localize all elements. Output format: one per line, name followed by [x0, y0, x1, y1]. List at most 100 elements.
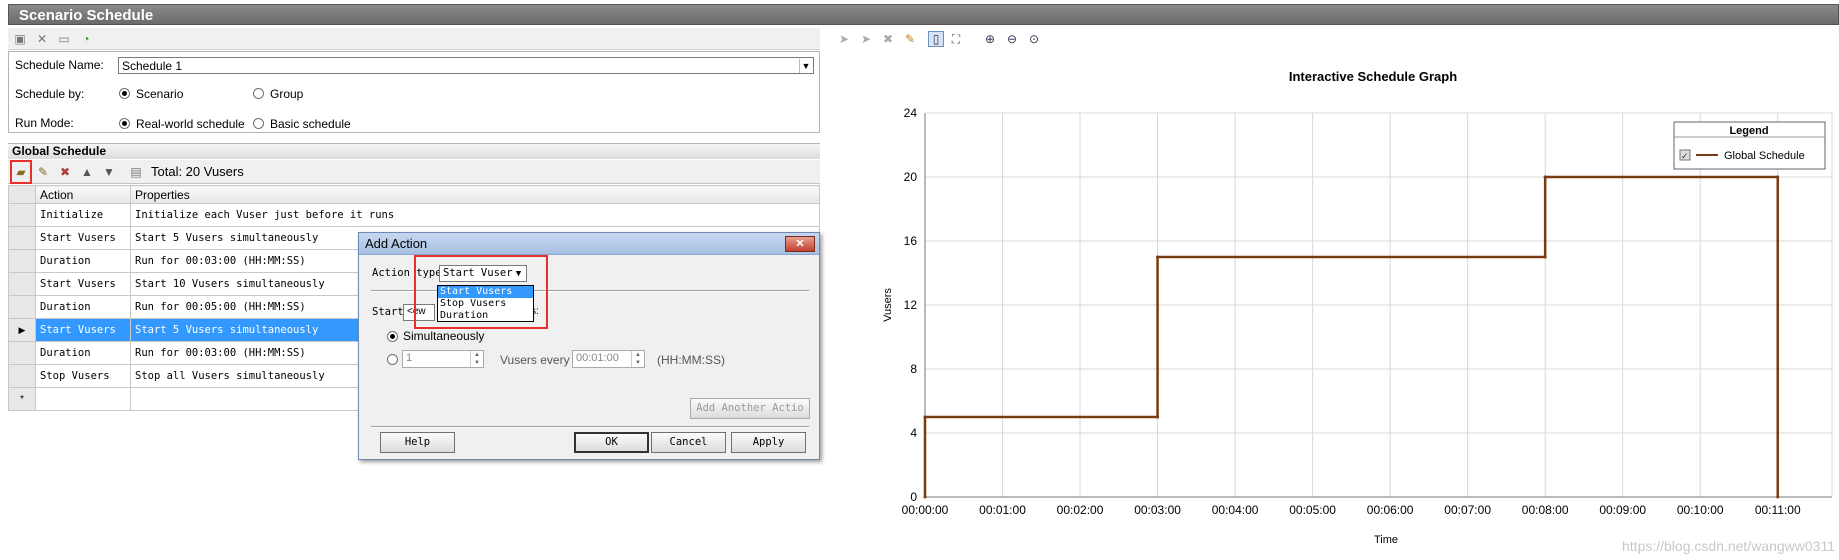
interval-value: 00:01:00 [576, 352, 619, 364]
action-cell[interactable]: Start Vusers [35, 318, 131, 342]
chevron-down-icon: ▼ [799, 59, 812, 73]
x-tick-label: 00:06:00 [1367, 503, 1414, 517]
y-tick-label: 8 [910, 362, 917, 376]
y-tick-label: 4 [910, 426, 917, 440]
copy-icon[interactable]: ▤ [128, 164, 144, 180]
schedule-form: Schedule Name: Schedule 1 ▼ Schedule by:… [8, 51, 820, 133]
interval-input[interactable]: 00:01:00 ▲ ▼ [572, 350, 645, 368]
pointer-multi-icon[interactable]: ➤ [858, 31, 874, 47]
x-tick-label: 00:05:00 [1289, 503, 1336, 517]
zoom-out-icon[interactable]: ⊖ [1004, 31, 1020, 47]
vusers-every-label: Vusers every [500, 353, 570, 367]
schedule-by-label: Schedule by: [15, 87, 85, 101]
add-action-highlight [10, 160, 32, 184]
y-axis-label: Vusers [882, 288, 894, 322]
schedule-by-group-label: Group [270, 87, 304, 101]
rename-icon[interactable]: ▭ [56, 31, 72, 47]
edit-action-icon[interactable]: ✎ [35, 164, 51, 180]
row-header-corner [8, 185, 36, 204]
schedule-by-group-radio[interactable] [253, 88, 264, 99]
erase-icon[interactable]: ✖ [880, 31, 896, 47]
interactive-schedule-graph[interactable]: Interactive Schedule Graph Vusers Time 0… [830, 52, 1839, 552]
delete-icon[interactable]: ✕ [34, 31, 50, 47]
watermark: https://blog.csdn.net/wangww0311 [1622, 538, 1835, 554]
fit-icon[interactable]: ⛶ [948, 31, 964, 47]
x-tick-label: 00:07:00 [1444, 503, 1491, 517]
x-tick-label: 00:11:00 [1755, 503, 1801, 517]
row-header[interactable] [8, 203, 36, 227]
delete-action-icon[interactable]: ✖ [57, 164, 73, 180]
x-tick-label: 00:02:00 [1057, 503, 1104, 517]
column-header-action[interactable]: Action [35, 185, 131, 204]
column-header-properties[interactable]: Properties [130, 185, 820, 204]
row-header[interactable] [8, 249, 36, 273]
series-point[interactable] [1156, 255, 1160, 259]
row-header[interactable] [8, 341, 36, 365]
row-header[interactable] [8, 295, 36, 319]
spinner-arrows-icon[interactable]: ▲ ▼ [470, 351, 483, 367]
zoom-reset-icon[interactable]: ⊙ [1026, 31, 1042, 47]
legend-title: Legend [1729, 125, 1768, 137]
series-line-global-schedule[interactable] [923, 175, 1779, 497]
chart-series [923, 175, 1780, 499]
table-row[interactable]: Initialize Initialize each Vuser just bef… [8, 203, 820, 227]
action-cell[interactable]: Stop Vusers [35, 364, 131, 388]
main-toolbar: ▣ ✕ ▭ ◔ [8, 28, 820, 50]
y-tick-label: 0 [910, 490, 917, 504]
y-tick-label: 20 [904, 170, 918, 184]
series-point[interactable] [1543, 175, 1547, 179]
series-point[interactable] [1156, 415, 1160, 419]
new-schedule-icon[interactable]: ▣ [12, 31, 28, 47]
run-mode-label: Run Mode: [15, 116, 74, 130]
move-down-icon[interactable]: ▼ [101, 164, 117, 180]
help-button[interactable]: Help [380, 432, 455, 453]
ok-button[interactable]: OK [574, 432, 649, 453]
dialog-divider-bottom [371, 426, 809, 428]
series-point[interactable] [1776, 495, 1780, 499]
vusers-count-value: 1 [406, 352, 413, 364]
start-label: Start [372, 306, 404, 318]
action-cell[interactable]: Initialize [35, 203, 131, 227]
legend-series-name: Global Schedule [1724, 150, 1805, 162]
apply-button[interactable]: Apply [731, 432, 806, 453]
schedule-name-select[interactable]: Schedule 1 ▼ [118, 57, 814, 74]
interval-radio[interactable] [387, 354, 398, 365]
add-another-action-button[interactable]: Add Another Actio [690, 398, 810, 419]
row-header[interactable] [8, 226, 36, 250]
y-tick-label: 24 [904, 106, 918, 120]
row-header[interactable] [8, 364, 36, 388]
action-type-highlight [414, 255, 548, 329]
action-cell[interactable]: Duration [35, 295, 131, 319]
move-up-icon[interactable]: ▲ [79, 164, 95, 180]
action-cell[interactable]: Duration [35, 249, 131, 273]
vusers-count-input[interactable]: 1 ▲ ▼ [402, 350, 484, 368]
spinner-arrows-icon[interactable]: ▲ ▼ [631, 351, 644, 367]
pointer-icon[interactable]: ➤ [836, 31, 852, 47]
check-icon: ✓ [1681, 151, 1689, 161]
run-mode-basic-radio[interactable] [253, 118, 264, 129]
simultaneously-label: Simultaneously [403, 329, 485, 343]
series-point[interactable] [923, 415, 927, 419]
pencil-icon[interactable]: ✎ [902, 31, 918, 47]
simultaneously-radio[interactable] [387, 331, 398, 342]
action-cell[interactable]: Start Vusers [35, 272, 131, 296]
x-tick-label: 00:10:00 [1677, 503, 1724, 517]
series-point[interactable] [923, 495, 927, 499]
action-cell[interactable] [35, 387, 131, 411]
close-icon[interactable]: ✕ [785, 236, 815, 252]
schedule-run-icon[interactable]: ◔ [78, 31, 94, 47]
chart-legend: Legend ✓ Global Schedule [1673, 121, 1826, 170]
view-mode-icon[interactable]: ▯ [928, 31, 944, 47]
action-cell[interactable]: Start Vusers [35, 226, 131, 250]
zoom-in-icon[interactable]: ⊕ [982, 31, 998, 47]
row-header[interactable] [8, 272, 36, 296]
schedule-by-scenario-radio[interactable] [119, 88, 130, 99]
properties-cell[interactable]: Initialize each Vuser just before it run… [130, 203, 820, 227]
action-cell[interactable]: Duration [35, 341, 131, 365]
run-mode-realworld-radio[interactable] [119, 118, 130, 129]
row-header[interactable]: ▶ [8, 318, 36, 342]
cancel-button[interactable]: Cancel [651, 432, 726, 453]
x-axis-label: Time [1374, 534, 1398, 546]
series-point[interactable] [1543, 255, 1547, 259]
series-point[interactable] [1776, 175, 1780, 179]
